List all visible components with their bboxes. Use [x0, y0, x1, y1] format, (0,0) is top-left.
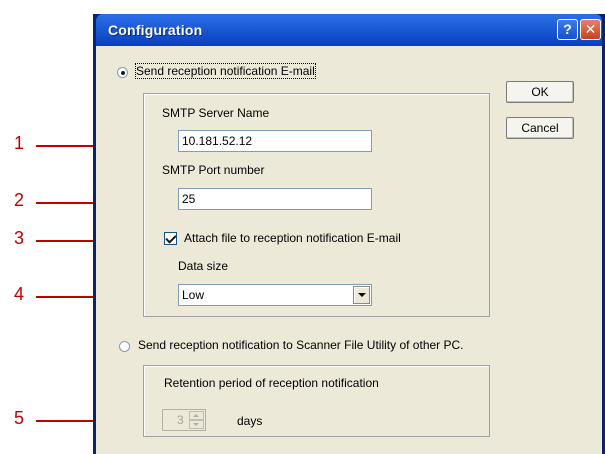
email-notification-label[interactable]: Send reception notification E-mail: [135, 63, 316, 79]
data-size-dropdown[interactable]: Low: [178, 284, 372, 306]
chevron-down-icon[interactable]: [353, 286, 370, 304]
configuration-dialog: Configuration ? ✕ Send reception notific…: [93, 14, 605, 454]
title-bar[interactable]: Configuration ? ✕: [96, 14, 602, 46]
smtp-server-value: 10.181.52.12: [182, 134, 253, 148]
retention-label: Retention period of reception notificati…: [164, 376, 379, 390]
spin-down-icon[interactable]: [189, 420, 204, 429]
help-icon[interactable]: ?: [557, 19, 578, 40]
smtp-port-input[interactable]: 25: [178, 188, 372, 210]
checkmark-icon: [165, 232, 177, 244]
attach-file-checkbox[interactable]: [164, 232, 177, 245]
retention-spinner[interactable]: 3: [162, 409, 206, 431]
data-size-label: Data size: [178, 259, 229, 273]
utility-notification-label[interactable]: Send reception notification to Scanner F…: [138, 338, 464, 352]
close-icon[interactable]: ✕: [580, 19, 601, 40]
smtp-server-label: SMTP Server Name: [162, 106, 270, 120]
callout-3-number: 3: [13, 228, 24, 248]
cancel-button[interactable]: Cancel: [506, 117, 574, 139]
window-title: Configuration: [108, 22, 203, 38]
email-notification-radio[interactable]: [117, 67, 128, 78]
ok-button[interactable]: OK: [506, 81, 574, 103]
spin-up-icon[interactable]: [189, 411, 204, 420]
smtp-port-value: 25: [182, 192, 196, 206]
retention-unit-label: days: [237, 414, 263, 428]
dialog-client-area: Send reception notification E-mail SMTP …: [96, 46, 602, 454]
smtp-port-label: SMTP Port number: [162, 163, 265, 177]
data-size-value: Low: [182, 288, 205, 302]
retention-value: 3: [177, 413, 184, 427]
callout-4-number: 4: [13, 284, 24, 304]
callout-5-number: 5: [13, 408, 24, 428]
callout-2-number: 2: [13, 190, 24, 210]
utility-notification-radio[interactable]: [119, 341, 130, 352]
callout-1-number: 1: [13, 133, 24, 153]
smtp-server-input[interactable]: 10.181.52.12: [178, 130, 372, 152]
attach-file-label[interactable]: Attach file to reception notification E-…: [184, 231, 401, 245]
